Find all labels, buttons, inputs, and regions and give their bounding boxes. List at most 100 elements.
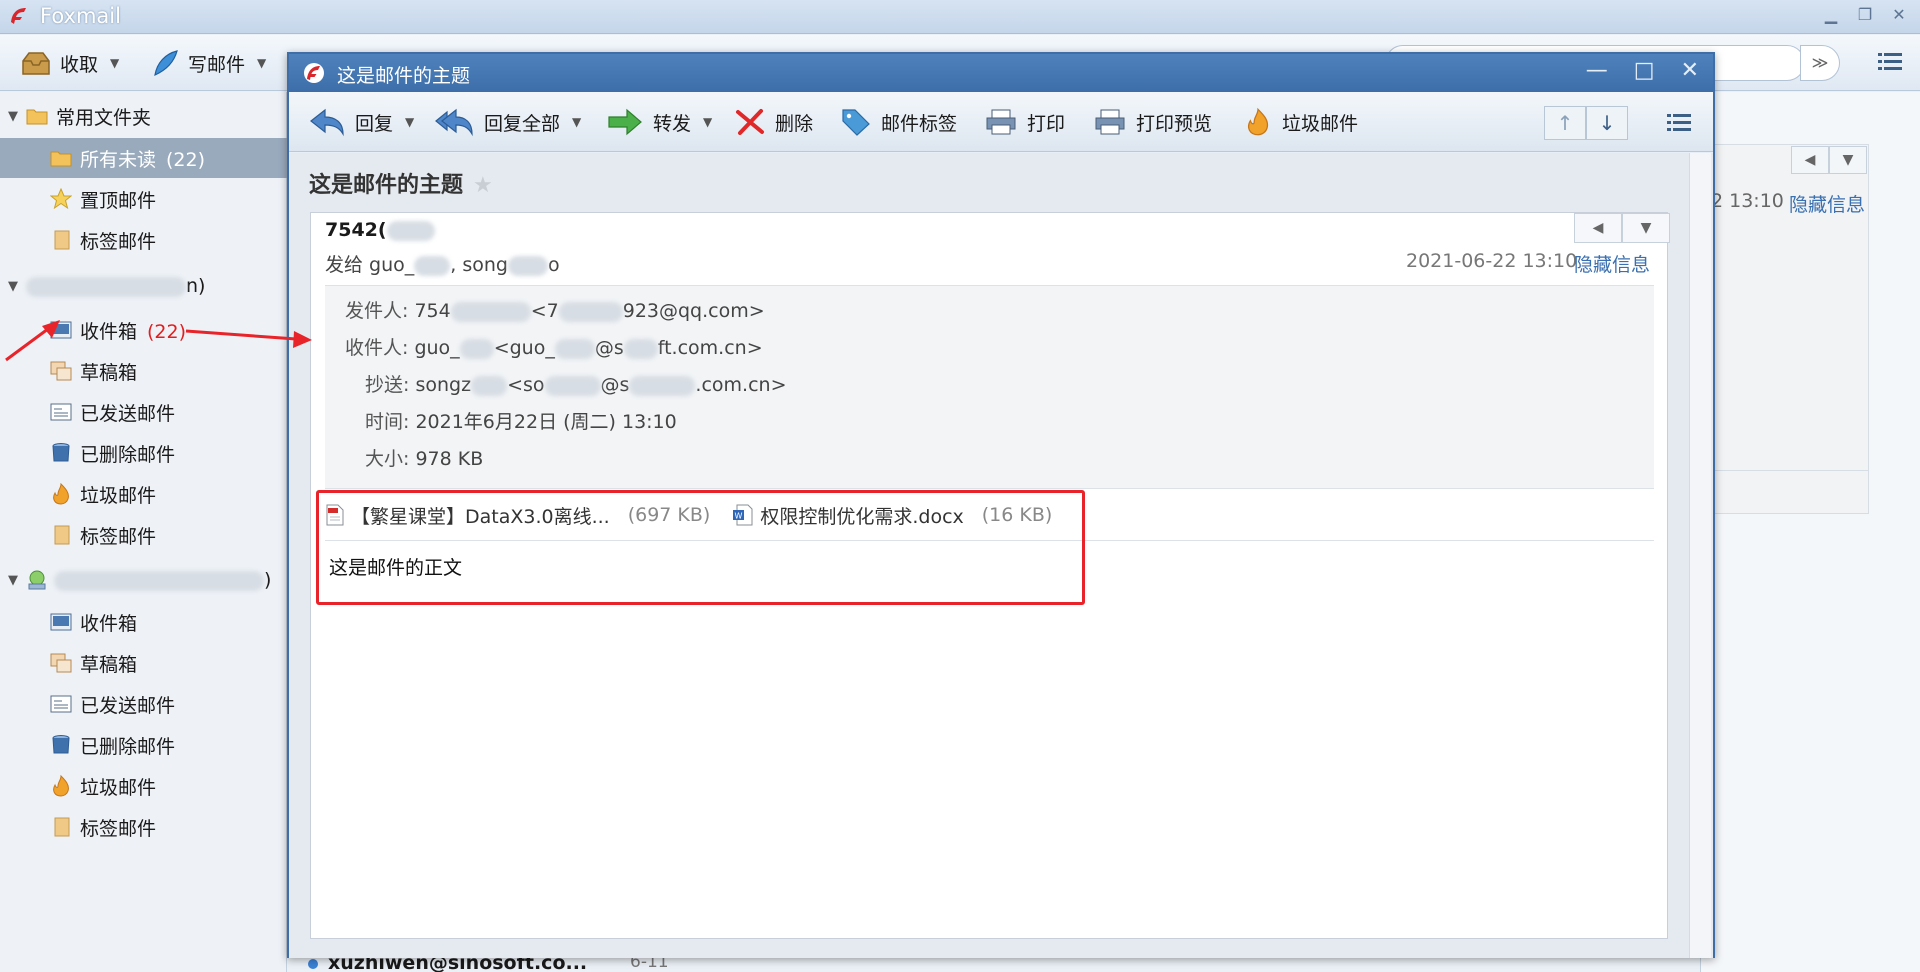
search-options-button[interactable]: ≫ bbox=[1800, 45, 1840, 81]
redacted-text bbox=[544, 375, 601, 396]
account-globe-icon bbox=[28, 570, 46, 590]
delete-label: 删除 bbox=[775, 112, 814, 135]
header-to: 收件人: guo_ <guo_ @s ft.com.cn> bbox=[345, 337, 763, 359]
flame-icon bbox=[1248, 107, 1269, 136]
quill-icon bbox=[154, 50, 178, 77]
redacted-text bbox=[386, 220, 435, 241]
sidebar-item-label: 置顶邮件 bbox=[80, 189, 157, 212]
sidebar-item-label: 所有未读 bbox=[80, 148, 157, 171]
star-icon bbox=[50, 188, 72, 210]
message-nav-buttons: ↑ ↓ bbox=[1544, 106, 1628, 140]
menu-icon[interactable] bbox=[1667, 112, 1691, 134]
menu-icon[interactable] bbox=[1878, 51, 1902, 73]
sidebar-item-label: 草稿箱 bbox=[80, 361, 138, 384]
header-time: 时间: 2021年6月22日 (周二) 13:10 bbox=[365, 411, 677, 433]
sidebar-item-junk[interactable]: 垃圾邮件 bbox=[0, 474, 287, 514]
sidebar-item-tagged[interactable]: 标签邮件 bbox=[0, 807, 287, 847]
receive-label: 收取 bbox=[60, 53, 99, 76]
compose-button[interactable]: 写邮件 ▼ bbox=[150, 46, 266, 80]
bookmark-icon bbox=[54, 230, 70, 250]
sidebar-item-label: 收件箱 bbox=[80, 320, 138, 343]
chevron-down-icon[interactable]: ▼ bbox=[1622, 213, 1670, 243]
sidebar-item-sent[interactable]: 已发送邮件 bbox=[0, 684, 287, 724]
tag-button[interactable]: 邮件标签 bbox=[841, 105, 957, 139]
message-toolbar: 回复 ▼ 回复全部 ▼ 转发 ▼ 删除 邮件标签 打印 打印预览 垃圾邮件 ↑ … bbox=[289, 92, 1713, 152]
close-icon[interactable]: ✕ bbox=[1681, 58, 1699, 83]
reply-button[interactable]: 回复 ▼ bbox=[309, 105, 414, 139]
redacted-text bbox=[471, 375, 508, 396]
expand-triangle-icon[interactable]: ▼ bbox=[8, 573, 18, 588]
folder-icon bbox=[50, 151, 72, 167]
sidebar-item-sent[interactable]: 已发送邮件 bbox=[0, 392, 287, 432]
sidebar-item-pinned[interactable]: 置顶邮件 bbox=[0, 179, 287, 219]
sidebar-item-label: 已删除邮件 bbox=[80, 443, 176, 466]
previous-message-arrow-up-icon[interactable]: ↑ bbox=[1544, 106, 1586, 140]
trash-icon bbox=[52, 443, 70, 462]
delete-button[interactable]: 删除 bbox=[735, 105, 813, 139]
receive-button[interactable]: 收取 ▼ bbox=[20, 46, 119, 80]
next-message-arrow-down-icon[interactable]: ↓ bbox=[1586, 106, 1628, 140]
forward-button[interactable]: 转发 ▼ bbox=[607, 105, 712, 139]
sidebar-item-tagged[interactable]: 标签邮件 bbox=[0, 515, 287, 555]
background-hide-info-link[interactable]: 隐藏信息 bbox=[1789, 190, 1865, 217]
expand-triangle-icon[interactable]: ▼ bbox=[8, 279, 18, 294]
unread-count: (22) bbox=[166, 148, 206, 171]
message-window-titlebar: 这是邮件的主题 — □ ✕ bbox=[289, 54, 1713, 92]
account-2-header[interactable]: ▼ ) bbox=[0, 560, 287, 600]
redacted-text bbox=[508, 255, 548, 276]
chevron-down-icon[interactable]: ▼ bbox=[405, 115, 414, 129]
window-controls: ▁ ❐ ✕ bbox=[1822, 6, 1908, 24]
sidebar-item-drafts[interactable]: 草稿箱 bbox=[0, 643, 287, 683]
chevron-down-icon[interactable]: ▼ bbox=[110, 56, 119, 70]
bookmark-icon bbox=[54, 525, 70, 545]
sidebar-item-deleted[interactable]: 已删除邮件 bbox=[0, 725, 287, 765]
sidebar-item-label: 已发送邮件 bbox=[80, 402, 176, 425]
account-1-header[interactable]: ▼ n) bbox=[0, 266, 287, 306]
close-icon[interactable]: ✕ bbox=[1890, 6, 1908, 24]
vertical-scrollbar[interactable] bbox=[1689, 153, 1711, 958]
chevron-down-icon[interactable]: ▼ bbox=[703, 115, 712, 129]
sidebar-item-label: 已发送邮件 bbox=[80, 694, 176, 717]
maximize-icon[interactable]: □ bbox=[1634, 58, 1655, 83]
hide-info-link[interactable]: 隐藏信息 bbox=[1574, 250, 1650, 277]
minimize-icon[interactable]: ▁ bbox=[1822, 6, 1840, 24]
header-from: 发件人: 754 <7 923@qq.com> bbox=[345, 300, 765, 322]
redacted-text bbox=[558, 301, 623, 322]
printer-icon bbox=[1095, 109, 1125, 135]
forward-label: 转发 bbox=[653, 112, 692, 135]
print-preview-button[interactable]: 打印预览 bbox=[1094, 105, 1212, 139]
redacted-text bbox=[623, 338, 658, 359]
restore-icon[interactable]: ❐ bbox=[1856, 6, 1874, 24]
sidebar-item-inbox[interactable]: 收件箱 (22) bbox=[0, 310, 287, 350]
minimize-icon[interactable]: — bbox=[1586, 58, 1608, 83]
sidebar-item-deleted[interactable]: 已删除邮件 bbox=[0, 433, 287, 473]
reply-label: 回复 bbox=[355, 112, 394, 135]
background-reply-buttons: ◀ ▼ bbox=[1791, 146, 1867, 174]
print-button[interactable]: 打印 bbox=[985, 105, 1065, 139]
flame-icon bbox=[53, 483, 69, 505]
reply-arrow-icon[interactable]: ◀ bbox=[1574, 213, 1622, 243]
favorites-header[interactable]: ▼ 常用文件夹 bbox=[0, 96, 287, 136]
star-icon[interactable]: ★ bbox=[473, 173, 493, 198]
trash-icon bbox=[52, 735, 70, 754]
reply-arrow-icon[interactable]: ◀ bbox=[1791, 146, 1829, 174]
sidebar-item-junk[interactable]: 垃圾邮件 bbox=[0, 766, 287, 806]
account-name-suffix: n) bbox=[186, 275, 206, 297]
delete-x-icon bbox=[736, 109, 764, 135]
chevron-down-icon[interactable]: ▼ bbox=[257, 56, 266, 70]
annotation-highlight-box bbox=[316, 490, 1085, 605]
inbox-icon bbox=[50, 321, 72, 339]
divider bbox=[1709, 470, 1869, 471]
sidebar-item-all-unread[interactable]: 所有未读 (22) bbox=[0, 138, 287, 178]
sidebar-item-drafts[interactable]: 草稿箱 bbox=[0, 351, 287, 391]
chevron-down-icon[interactable]: ▼ bbox=[1829, 146, 1867, 174]
chevron-down-icon[interactable]: ▼ bbox=[572, 115, 581, 129]
reply-all-button[interactable]: 回复全部 ▼ bbox=[434, 105, 581, 139]
sidebar-item-label: 标签邮件 bbox=[80, 817, 157, 840]
sidebar-item-inbox[interactable]: 收件箱 bbox=[0, 602, 287, 642]
junk-button[interactable]: 垃圾邮件 bbox=[1244, 105, 1358, 139]
sidebar-item-tagged[interactable]: 标签邮件 bbox=[0, 220, 287, 260]
expand-triangle-icon[interactable]: ▼ bbox=[8, 109, 18, 124]
redacted-text bbox=[414, 255, 451, 276]
foxmail-logo-icon bbox=[11, 8, 26, 24]
